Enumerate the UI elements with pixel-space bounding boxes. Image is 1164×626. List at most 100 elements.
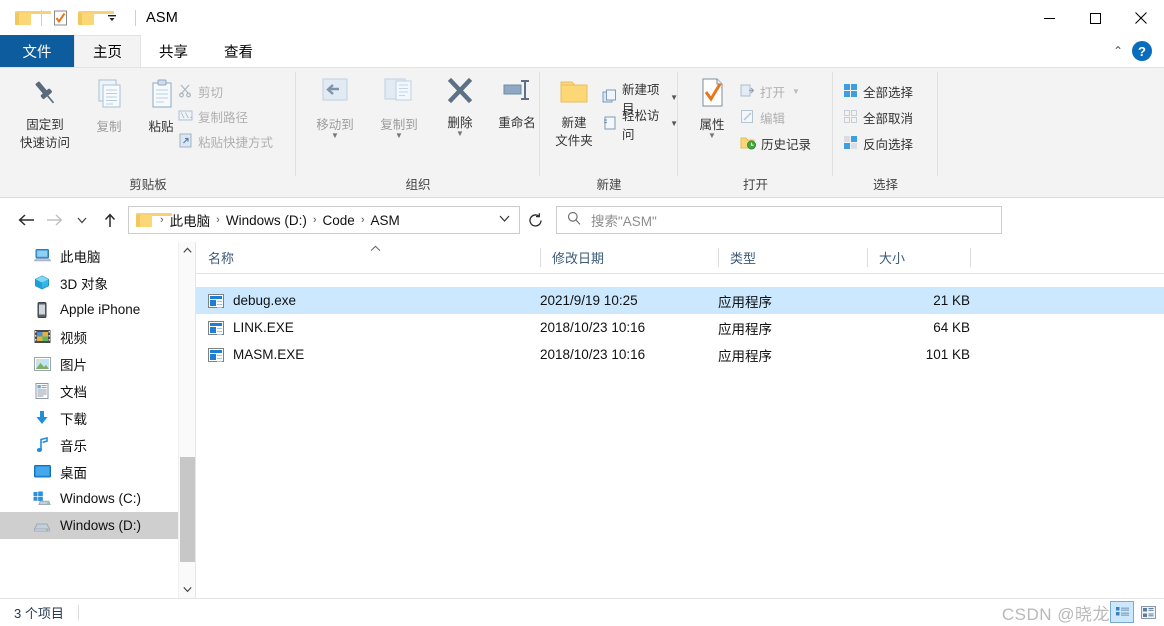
new-folder-button[interactable]: 新建 文件夹 (544, 76, 604, 149)
back-button[interactable] (12, 206, 40, 234)
open-caret-icon[interactable]: ▼ (792, 87, 800, 96)
column-header-date-label: 修改日期 (552, 251, 605, 266)
history-button[interactable]: 历史记录 (740, 132, 811, 155)
breadcrumb-item-1[interactable]: Windows (D:) (226, 213, 307, 228)
tab-home[interactable]: 主页 (74, 35, 141, 67)
invert-selection-button[interactable]: 反向选择 (843, 132, 913, 155)
easy-access-button[interactable]: 轻松访问 ▼ (602, 109, 678, 142)
breadcrumb-sep-2[interactable]: › (313, 214, 317, 226)
pin-to-quick-access-button[interactable]: 固定到 快速访问 (8, 76, 82, 151)
sidebar-label: 文档 (60, 384, 87, 400)
breadcrumb-sep-3[interactable]: › (361, 214, 365, 226)
group-label-select: 选择 (872, 178, 898, 192)
file-name-label: debug.exe (233, 293, 297, 308)
maximize-button[interactable] (1072, 0, 1118, 36)
copy-path-icon: \\.. (178, 108, 197, 126)
collapse-ribbon-icon[interactable]: ⌃ (1113, 44, 1123, 58)
scroll-up-arrow-icon[interactable] (179, 242, 195, 259)
file-name-cell: debug.exe (208, 287, 296, 314)
close-button[interactable] (1118, 0, 1164, 36)
details-view-button[interactable] (1110, 601, 1134, 623)
copy-to-caret-icon[interactable]: ▼ (395, 131, 403, 140)
sidebar-item-apple-iphone[interactable]: Apple iPhone (0, 296, 178, 323)
column-header-size[interactable]: 大小 (867, 242, 970, 273)
delete-caret-icon[interactable]: ▼ (456, 129, 464, 138)
drive-c-icon (33, 491, 51, 507)
sidebar-item-music[interactable]: 音乐 (0, 431, 178, 458)
tab-file[interactable]: 文件 (0, 35, 74, 67)
pin-label-line1: 固定到 (26, 118, 64, 132)
move-to-button[interactable]: 移动到 ▼ (302, 76, 368, 140)
breadcrumb-item-0[interactable]: 此电脑 (170, 210, 211, 230)
properties-button[interactable]: 属性 ▼ (684, 76, 740, 140)
copy-to-button[interactable]: 复制到 ▼ (366, 76, 432, 140)
search-box[interactable]: 搜索"ASM" (556, 206, 1002, 234)
sidebar-label: 3D 对象 (60, 276, 109, 292)
sidebar-item-videos[interactable]: 视频 (0, 323, 178, 350)
delete-button[interactable]: 删除 ▼ (432, 76, 488, 138)
properties-caret-icon[interactable]: ▼ (708, 131, 716, 140)
table-row[interactable]: LINK.EXE 2018/10/23 10:16 应用程序 64 KB (196, 314, 1164, 341)
qat-customize-dropdown-icon[interactable] (99, 5, 125, 31)
move-to-caret-icon[interactable]: ▼ (331, 131, 339, 140)
breadcrumb-sep-1[interactable]: › (216, 214, 220, 226)
scroll-down-arrow-icon[interactable] (179, 581, 196, 598)
breadcrumb-dropdown-icon[interactable] (499, 214, 519, 226)
paste-shortcut-button[interactable]: 粘贴快捷方式 (178, 130, 273, 153)
sidebar-scrollbar[interactable] (178, 242, 195, 598)
recent-locations-button[interactable] (68, 206, 96, 234)
select-none-button[interactable]: 全部取消 (843, 106, 913, 129)
tab-share[interactable]: 共享 (141, 35, 206, 67)
qat-new-folder-icon[interactable] (73, 5, 114, 31)
select-all-icon (843, 83, 858, 101)
edit-icon (740, 109, 755, 127)
breadcrumb-item-3[interactable]: ASM (370, 213, 399, 228)
window-title: ASM (146, 10, 179, 26)
column-headers: 名称 修改日期 类型 大小 (196, 242, 1164, 274)
sidebar-item-this-pc[interactable]: 此电脑 (0, 242, 178, 269)
column-header-type[interactable]: 类型 (718, 242, 867, 273)
breadcrumb[interactable]: › 此电脑 › Windows (D:) › Code › ASM (128, 206, 520, 234)
up-button[interactable] (96, 206, 124, 234)
cut-button[interactable]: 剪切 (178, 80, 223, 103)
qat-folder-icon[interactable] (10, 5, 51, 31)
history-icon (740, 135, 756, 153)
sidebar-item-desktop[interactable]: 桌面 (0, 458, 178, 485)
help-button[interactable]: ? (1132, 41, 1152, 61)
copy-path-button[interactable]: \\.. 复制路径 (178, 105, 248, 128)
sidebar-item-windows-c[interactable]: Windows (C:) (0, 485, 178, 512)
refresh-button[interactable] (520, 206, 550, 234)
large-icons-view-button[interactable] (1136, 601, 1160, 623)
column-header-date[interactable]: 修改日期 (540, 242, 718, 273)
exe-file-icon (208, 320, 224, 335)
sidebar-item-downloads[interactable]: 下载 (0, 404, 178, 431)
file-rows: debug.exe 2021/9/19 10:25 应用程序 21 KB LIN… (196, 274, 1164, 368)
qat-properties-icon[interactable] (47, 5, 73, 31)
sidebar-item-3d-objects[interactable]: 3D 对象 (0, 269, 178, 296)
edit-button[interactable]: 编辑 (740, 106, 785, 129)
history-label: 历史记录 (761, 138, 812, 152)
select-all-button[interactable]: 全部选择 (843, 80, 913, 103)
documents-icon (33, 382, 51, 399)
sidebar-item-documents[interactable]: 文档 (0, 377, 178, 404)
column-header-name[interactable]: 名称 (196, 242, 540, 273)
table-row[interactable]: debug.exe 2021/9/19 10:25 应用程序 21 KB (196, 287, 1164, 314)
column-divider[interactable] (970, 248, 971, 267)
ribbon-group-organize: 移动到 ▼ 复制到 ▼ 删除 ▼ 重命名 组织 (296, 68, 540, 198)
sidebar-item-windows-d[interactable]: Windows (D:) (0, 512, 178, 539)
sidebar-item-pictures[interactable]: 图片 (0, 350, 178, 377)
forward-button[interactable] (40, 206, 68, 234)
table-row[interactable]: MASM.EXE 2018/10/23 10:16 应用程序 101 KB (196, 341, 1164, 368)
downloads-icon (33, 410, 51, 426)
view-mode-buttons (1110, 598, 1160, 626)
search-input[interactable]: 搜索"ASM" (591, 210, 657, 230)
open-button[interactable]: 打开 ▼ (740, 80, 800, 103)
breadcrumb-item-2[interactable]: Code (323, 213, 355, 228)
properties-icon (696, 76, 728, 115)
invert-selection-icon (843, 135, 858, 153)
minimize-button[interactable] (1026, 0, 1072, 36)
select-all-label: 全部选择 (863, 86, 914, 100)
rename-icon (499, 76, 535, 113)
tab-view[interactable]: 查看 (206, 35, 271, 67)
sidebar-scrollbar-thumb[interactable] (180, 457, 195, 562)
